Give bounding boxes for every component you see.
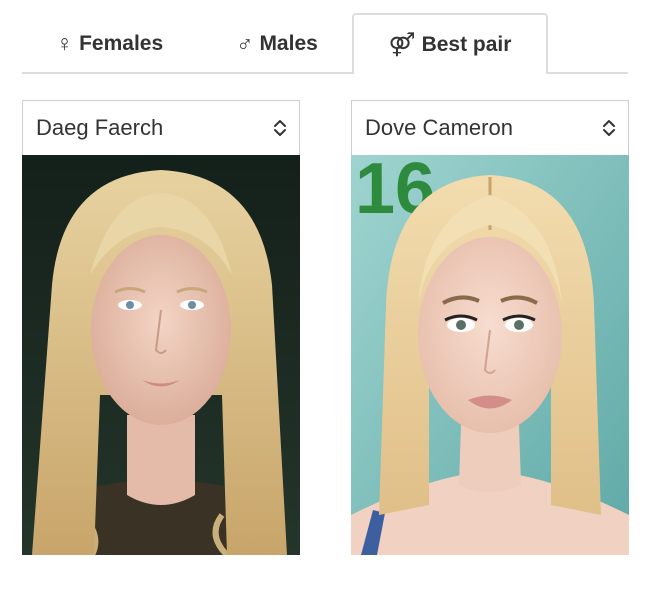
gender-tabs: ♀ Females ♂ Males ⚤ Best pair <box>22 0 628 75</box>
tab-best-pair[interactable]: ⚤ Best pair <box>352 13 548 74</box>
select-chevron-icon <box>603 120 615 136</box>
left-person-card: Daeg Faerch <box>22 100 300 555</box>
tab-females-label: Females <box>79 31 164 55</box>
tab-males-label: Males <box>259 31 318 55</box>
tab-females[interactable]: ♀ Females <box>22 14 197 73</box>
tab-best-pair-label: Best pair <box>421 32 512 56</box>
female-icon: ♀ <box>55 30 74 56</box>
right-person-card: Dove Cameron 16 <box>351 100 629 555</box>
select-chevron-icon <box>274 120 286 136</box>
left-person-select[interactable]: Daeg Faerch <box>22 100 300 155</box>
left-person-name: Daeg Faerch <box>36 115 164 140</box>
male-icon: ♂ <box>236 30 254 56</box>
right-person-photo: 16 <box>351 155 629 555</box>
tab-males[interactable]: ♂ Males <box>202 14 352 73</box>
right-person-name: Dove Cameron <box>365 115 513 140</box>
pair-icon: ⚤ <box>388 31 416 57</box>
right-person-select[interactable]: Dove Cameron <box>351 100 629 155</box>
left-person-photo <box>22 155 300 555</box>
